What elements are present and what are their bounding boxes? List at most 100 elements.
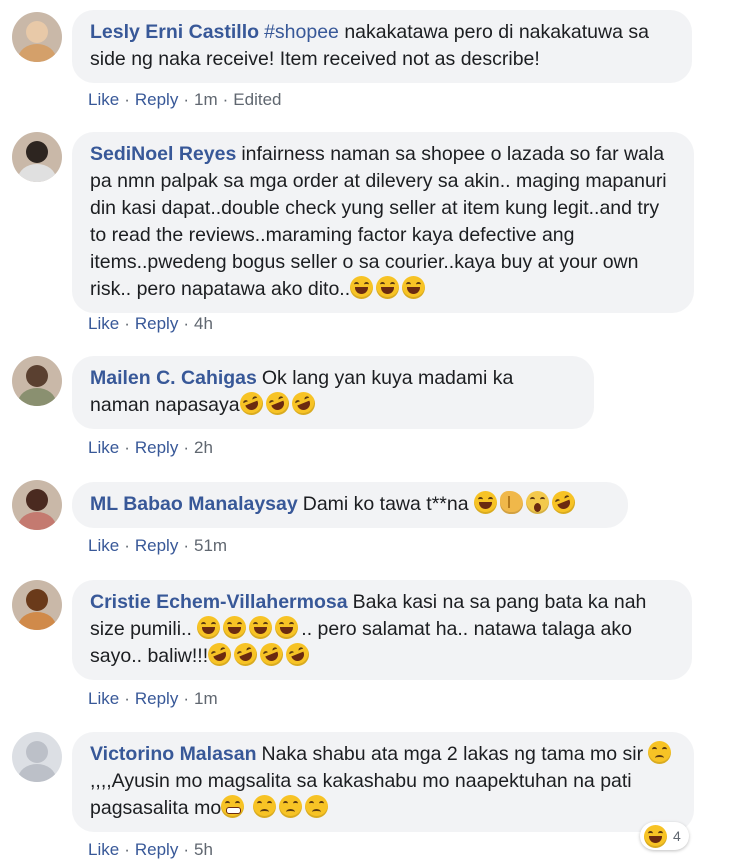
comment-bubble: Mailen C. Cahigas Ok lang yan kuya madami… <box>72 356 594 429</box>
comment-bubble: Lesly Erni Castillo #shopee nakakatawa pe… <box>72 10 692 83</box>
comment-bubble: ML Babao Manalaysay Dami ko tawa t**na <box>72 482 628 528</box>
avatar[interactable] <box>12 480 62 530</box>
avatar-shoulders <box>18 764 56 782</box>
comment-time[interactable]: 2h <box>194 438 213 457</box>
separator-dot: · <box>183 314 189 333</box>
comment-thread: Lesly Erni Castillo #shopee nakakatawa pe… <box>0 0 750 864</box>
comment-time[interactable]: 1m <box>194 689 218 708</box>
avatar-placeholder[interactable] <box>12 732 62 782</box>
avatar-face <box>26 589 48 611</box>
avatar[interactable] <box>12 356 62 406</box>
avatar-shoulders <box>18 612 56 630</box>
separator-dot: · <box>183 536 189 555</box>
like-link[interactable]: Like <box>88 314 119 333</box>
separator-dot: · <box>222 90 229 109</box>
separator-dot: · <box>124 840 130 859</box>
reply-link[interactable]: Reply <box>135 438 178 457</box>
reaction-count-badge[interactable]: 4 <box>640 822 689 850</box>
rolling-laughing-emoji <box>288 388 319 419</box>
separator-dot: · <box>124 314 130 333</box>
rolling-laughing-emoji <box>548 487 579 518</box>
comment-actions: Like · Reply · 51m <box>88 536 227 556</box>
avatar-face <box>26 141 48 163</box>
rolling-laughing-emoji <box>230 639 261 670</box>
tears-of-joy-emoji <box>350 276 374 299</box>
comment-author[interactable]: Cristie Echem-Villahermosa <box>90 591 348 613</box>
comment-time[interactable]: 5h <box>194 840 213 859</box>
comment-actions: Like · Reply · 1m <box>88 689 218 709</box>
avatar-face <box>26 365 48 387</box>
comment-bubble: Victorino Malasan Naka shabu ata mga 2 la… <box>72 732 694 832</box>
rolling-laughing-emoji <box>282 639 313 670</box>
comment-text: Naka shabu ata mga 2 lakas ng tama mo si… <box>261 743 644 765</box>
tears-of-joy-emoji <box>376 276 400 299</box>
clapping-hands-emoji <box>499 491 523 514</box>
comment-bubble: SediNoel Reyes infairness naman sa shopee… <box>72 132 694 313</box>
separator-dot: · <box>183 90 189 109</box>
comment-actions: Like · Reply · 4h <box>88 314 213 334</box>
avatar[interactable] <box>12 132 62 182</box>
reaction-count: 4 <box>673 828 681 844</box>
separator-dot: · <box>124 536 130 555</box>
separator-dot: · <box>124 689 130 708</box>
tears-of-joy-emoji <box>223 616 247 639</box>
avatar-face <box>26 489 48 511</box>
comment-actions: Like · Reply · 2h <box>88 438 213 458</box>
avatar[interactable] <box>12 580 62 630</box>
tears-of-joy-emoji <box>249 616 273 639</box>
sad-face-emoji <box>648 741 672 764</box>
rolling-laughing-emoji <box>262 388 293 419</box>
rolling-laughing-emoji <box>204 639 235 670</box>
comment-text-continued: ,,,,Ayusin mo magsalita sa kakashabu mo … <box>90 770 632 819</box>
like-link[interactable]: Like <box>88 90 119 109</box>
comment-time[interactable]: 1m <box>194 90 218 109</box>
avatar-shoulders <box>18 44 56 62</box>
comment-author[interactable]: SediNoel Reyes <box>90 143 236 165</box>
avatar[interactable] <box>12 12 62 62</box>
reply-link[interactable]: Reply <box>135 689 178 708</box>
comment-time[interactable]: 51m <box>194 536 227 555</box>
avatar-shoulders <box>18 388 56 406</box>
screaming-emoji <box>525 491 549 514</box>
reply-link[interactable]: Reply <box>135 90 178 109</box>
like-link[interactable]: Like <box>88 438 119 457</box>
sad-face-emoji <box>304 795 328 818</box>
tears-of-joy-emoji <box>197 616 221 639</box>
haha-reaction-icon <box>644 824 667 848</box>
avatar-face <box>26 21 48 43</box>
like-link[interactable]: Like <box>88 536 119 555</box>
rolling-laughing-emoji <box>236 388 267 419</box>
reply-link[interactable]: Reply <box>135 314 178 333</box>
sad-face-emoji <box>252 795 276 818</box>
tears-of-joy-emoji <box>275 616 299 639</box>
separator-dot: · <box>183 438 189 457</box>
comment-author[interactable]: Lesly Erni Castillo <box>90 21 259 43</box>
avatar-face <box>26 741 48 763</box>
tears-of-joy-emoji <box>473 491 497 514</box>
grimacing-emoji <box>221 795 245 818</box>
comment-actions: Like · Reply · 5h <box>88 840 213 860</box>
comment-actions: Like · Reply · 1m · Edited <box>88 90 282 110</box>
hashtag-link[interactable]: #shopee <box>264 21 339 43</box>
comment-text: Dami ko tawa t**na <box>302 493 469 515</box>
comment-time[interactable]: 4h <box>194 314 213 333</box>
comment-author[interactable]: Victorino Malasan <box>90 743 257 765</box>
reply-link[interactable]: Reply <box>135 840 178 859</box>
separator-dot: · <box>183 840 189 859</box>
comment-author[interactable]: ML Babao Manalaysay <box>90 493 298 515</box>
separator-dot: · <box>124 90 130 109</box>
sad-face-emoji <box>278 795 302 818</box>
comment-author[interactable]: Mailen C. Cahigas <box>90 367 257 389</box>
comment-text: infairness naman sa shopee o lazada so f… <box>90 143 667 300</box>
avatar-shoulders <box>18 512 56 530</box>
like-link[interactable]: Like <box>88 840 119 859</box>
tears-of-joy-emoji <box>402 276 426 299</box>
separator-dot: · <box>124 438 130 457</box>
avatar-shoulders <box>18 164 56 182</box>
comment-bubble: Cristie Echem-Villahermosa Baka kasi na s… <box>72 580 692 680</box>
like-link[interactable]: Like <box>88 689 119 708</box>
rolling-laughing-emoji <box>256 639 287 670</box>
separator-dot: · <box>183 689 189 708</box>
reply-link[interactable]: Reply <box>135 536 178 555</box>
edited-label[interactable]: Edited <box>233 90 281 109</box>
